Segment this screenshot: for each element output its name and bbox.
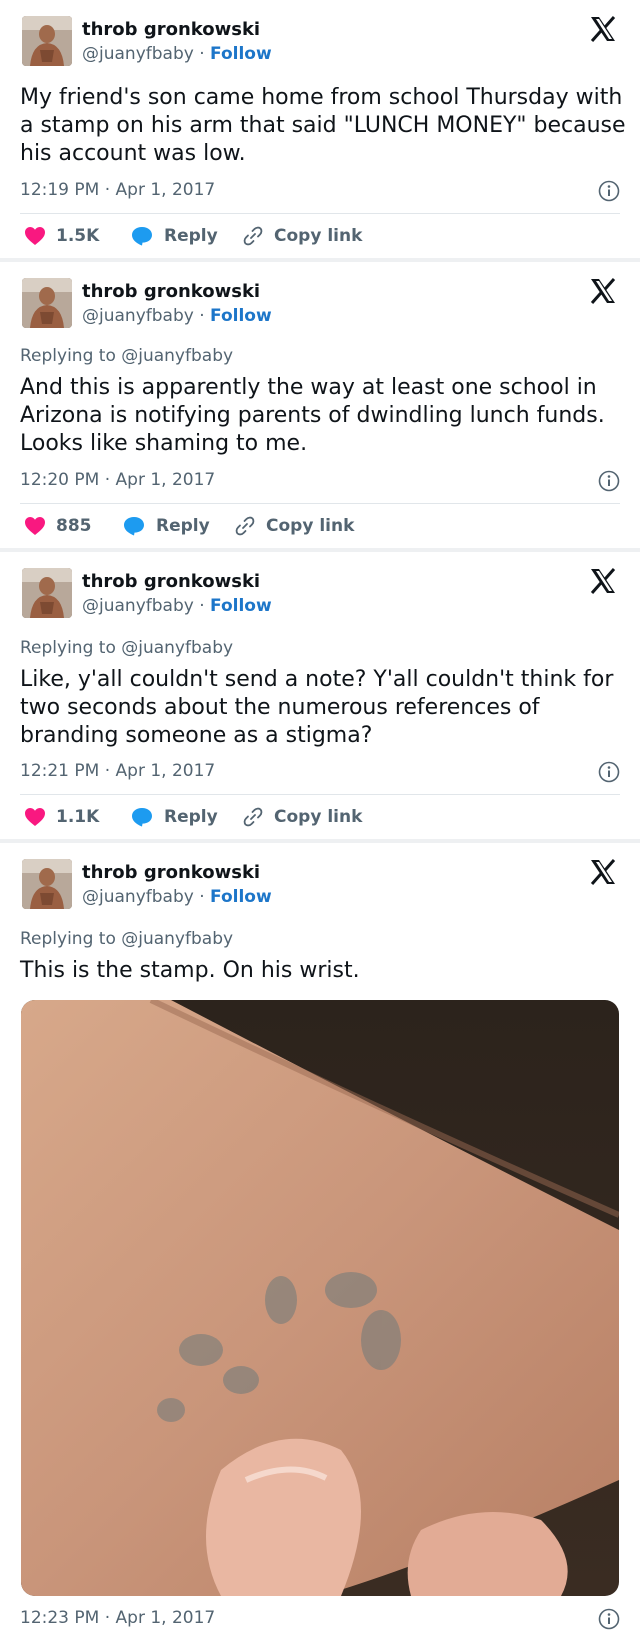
divider — [20, 794, 620, 795]
reply-bubble-icon — [124, 517, 144, 536]
author-handle[interactable]: @juanyfbaby — [82, 596, 194, 616]
tweet-text: And this is apparently the way at least … — [20, 375, 605, 456]
copy-link-label: Copy link — [274, 226, 363, 246]
separator: · — [199, 306, 205, 326]
reply-label: Reply — [164, 807, 218, 827]
tweet-header: throb gronkowski @juanyfbaby · Follow — [22, 276, 622, 334]
x-logo-icon[interactable] — [588, 857, 618, 887]
reply-label: Reply — [164, 226, 218, 246]
replying-to[interactable]: Replying to @juanyfbaby — [20, 346, 233, 366]
follow-link[interactable]: Follow — [210, 44, 272, 64]
like-count: 1.5K — [56, 226, 100, 246]
info-icon[interactable] — [598, 180, 620, 202]
tweet-text: My friend's son came home from school Th… — [20, 85, 626, 166]
tweet-card: throb gronkowski @juanyfbaby · Follow Re… — [0, 843, 640, 1642]
divider — [20, 213, 620, 214]
heart-icon — [25, 227, 45, 245]
tweet-text: This is the stamp. On his wrist. — [20, 958, 360, 983]
like-count: 885 — [56, 516, 92, 536]
heart-icon — [25, 517, 45, 535]
follow-link[interactable]: Follow — [210, 306, 272, 326]
reply-bubble-icon — [132, 808, 152, 827]
x-logo-icon[interactable] — [588, 276, 618, 306]
info-icon[interactable] — [598, 761, 620, 783]
author-handle-row: @juanyfbaby · Follow — [82, 44, 272, 64]
tweet-timestamp[interactable]: 12:23 PM · Apr 1, 2017 — [20, 1608, 215, 1628]
tweet-header: throb gronkowski @juanyfbaby · Follow — [22, 857, 622, 915]
link-icon — [243, 226, 263, 246]
author-handle[interactable]: @juanyfbaby — [82, 44, 194, 64]
heart-icon — [25, 808, 45, 826]
copy-link-label: Copy link — [274, 807, 363, 827]
author-name[interactable]: throb gronkowski — [82, 281, 260, 302]
follow-link[interactable]: Follow — [210, 887, 272, 907]
tweet-card: throb gronkowski @juanyfbaby · Follow Re… — [0, 262, 640, 548]
reply-button[interactable]: Reply — [130, 221, 218, 251]
tweet-photo[interactable] — [21, 1000, 619, 1596]
tweet-actions: 1.1K Reply Copy link — [24, 802, 624, 832]
follow-link[interactable]: Follow — [210, 596, 272, 616]
tweet-timestamp[interactable]: 12:19 PM · Apr 1, 2017 — [20, 180, 215, 200]
tweet-timestamp[interactable]: 12:21 PM · Apr 1, 2017 — [20, 761, 215, 781]
avatar[interactable] — [22, 859, 72, 909]
separator: · — [199, 887, 205, 907]
author-name[interactable]: throb gronkowski — [82, 862, 260, 883]
author-handle[interactable]: @juanyfbaby — [82, 306, 194, 326]
tweet-timestamp[interactable]: 12:20 PM · Apr 1, 2017 — [20, 470, 215, 490]
avatar[interactable] — [22, 16, 72, 66]
info-icon[interactable] — [598, 1608, 620, 1630]
author-handle[interactable]: @juanyfbaby — [82, 887, 194, 907]
copy-link-button[interactable]: Copy link — [234, 511, 354, 541]
avatar[interactable] — [22, 278, 72, 328]
copy-link-label: Copy link — [266, 516, 355, 536]
separator: · — [199, 44, 205, 64]
tweet-thread: throb gronkowski @juanyfbaby · Follow My… — [0, 0, 640, 1642]
x-logo-icon[interactable] — [588, 14, 618, 44]
info-icon[interactable] — [598, 470, 620, 492]
tweet-text: Like, y'all couldn't send a note? Y'all … — [20, 667, 614, 748]
like-button[interactable]: 1.1K — [24, 802, 99, 832]
tweet-card: throb gronkowski @juanyfbaby · Follow Re… — [0, 552, 640, 839]
like-count: 1.1K — [56, 807, 100, 827]
author-name[interactable]: throb gronkowski — [82, 571, 260, 592]
author-name[interactable]: throb gronkowski — [82, 19, 260, 40]
tweet-actions: 885 Reply Copy link — [24, 511, 624, 541]
replying-to[interactable]: Replying to @juanyfbaby — [20, 929, 233, 949]
copy-link-button[interactable]: Copy link — [242, 221, 362, 251]
author-handle-row: @juanyfbaby · Follow — [82, 887, 272, 907]
tweet-actions: 1.5K Reply Copy link — [24, 221, 624, 251]
like-button[interactable]: 885 — [24, 511, 92, 541]
reply-button[interactable]: Reply — [130, 802, 218, 832]
tweet-header: throb gronkowski @juanyfbaby · Follow — [22, 566, 622, 624]
reply-bubble-icon — [132, 227, 152, 246]
reply-button[interactable]: Reply — [122, 511, 210, 541]
x-logo-icon[interactable] — [588, 566, 618, 596]
separator: · — [199, 596, 205, 616]
author-handle-row: @juanyfbaby · Follow — [82, 596, 272, 616]
divider — [20, 503, 620, 504]
author-handle-row: @juanyfbaby · Follow — [82, 306, 272, 326]
copy-link-button[interactable]: Copy link — [242, 802, 362, 832]
link-icon — [243, 807, 263, 827]
reply-label: Reply — [156, 516, 210, 536]
avatar[interactable] — [22, 568, 72, 618]
replying-to[interactable]: Replying to @juanyfbaby — [20, 638, 233, 658]
like-button[interactable]: 1.5K — [24, 221, 99, 251]
tweet-header: throb gronkowski @juanyfbaby · Follow — [22, 14, 622, 72]
link-icon — [235, 516, 255, 536]
tweet-card: throb gronkowski @juanyfbaby · Follow My… — [0, 0, 640, 258]
